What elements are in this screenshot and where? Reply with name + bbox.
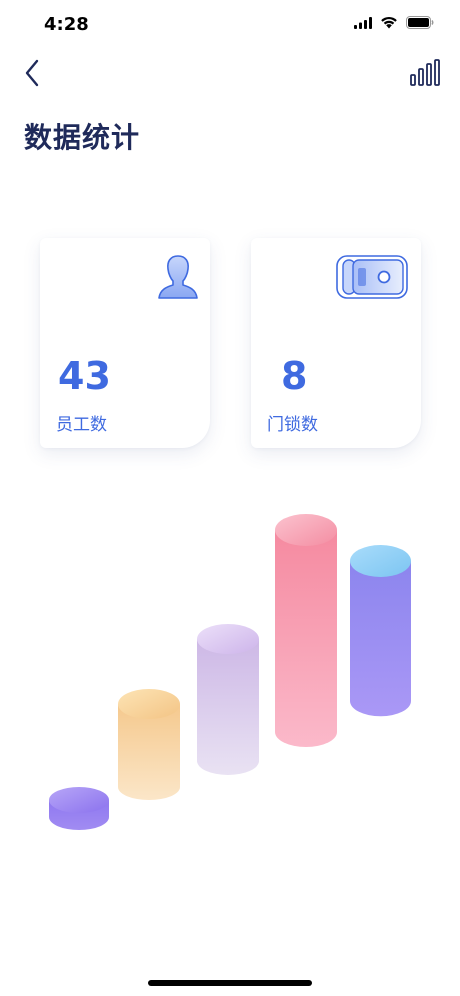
status-bar: 4:28	[0, 0, 460, 50]
statistics-button[interactable]	[408, 58, 442, 88]
cellular-signal-icon	[354, 16, 372, 29]
lock-count-label: 门锁数	[267, 415, 318, 435]
status-icons	[354, 16, 434, 29]
decorative-cylinder-illustration	[49, 514, 411, 830]
person-icon	[158, 255, 198, 299]
employee-count-value: 43	[58, 354, 111, 398]
battery-icon	[406, 16, 434, 29]
bar-chart-icon	[410, 59, 440, 86]
back-button[interactable]	[16, 56, 48, 90]
employee-count-label: 员工数	[56, 415, 107, 435]
lock-count-card[interactable]: 8 门锁数	[251, 238, 421, 448]
home-indicator	[148, 980, 312, 986]
wifi-icon	[381, 16, 397, 29]
employee-count-card[interactable]: 43 员工数	[40, 238, 210, 448]
status-time: 4:28	[44, 14, 89, 35]
page-title: 数据统计	[24, 121, 141, 154]
chevron-left-icon	[25, 59, 39, 87]
lock-count-value: 8	[281, 354, 308, 398]
door-lock-icon	[336, 255, 408, 299]
